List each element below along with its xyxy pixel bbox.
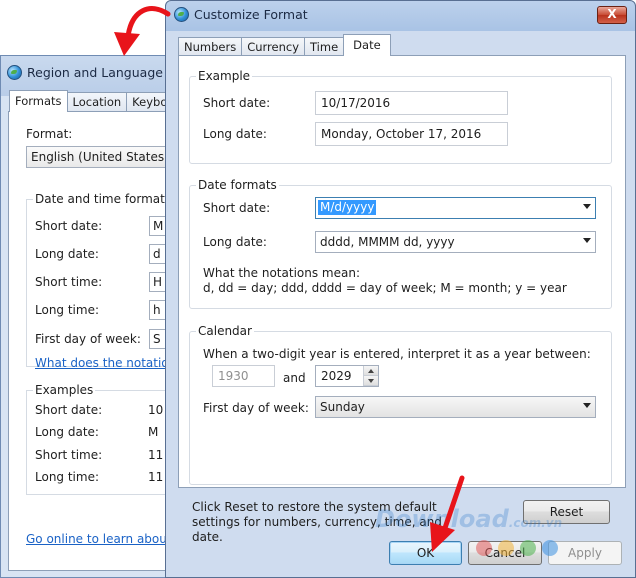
tab-formats[interactable]: Formats	[9, 90, 68, 112]
tab-date[interactable]: Date	[343, 34, 391, 56]
arrow-to-ok-icon	[430, 475, 465, 552]
annotation-arrows	[114, 6, 465, 552]
curved-arrow-icon	[114, 6, 171, 56]
